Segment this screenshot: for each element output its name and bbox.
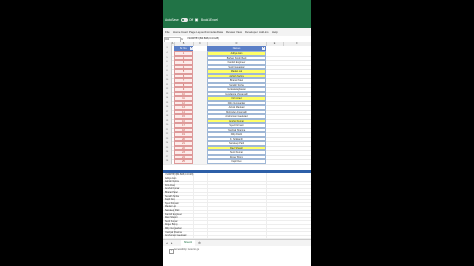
title-bar: AutoSave Off ▣ Book1 Excel — [163, 0, 311, 28]
ribbon-tab-review[interactable]: Review — [226, 30, 235, 34]
ribbon-tab-help[interactable]: Help — [272, 30, 278, 34]
fx-icon[interactable]: fx — [181, 37, 183, 41]
ribbon-tab-insert[interactable]: Insert — [181, 30, 188, 34]
lower-pane-line: Madan Lal — [165, 206, 176, 209]
lower-pane-line: Farokh Engineer — [165, 213, 182, 216]
header-names-label: Names — [232, 47, 241, 50]
ribbon-tab-file[interactable]: File — [165, 30, 170, 34]
lower-pane-line: Aditya Jain — [165, 177, 177, 180]
lower-pane-line: Sandeep Patil — [165, 209, 180, 212]
lower-pane[interactable]: =SORTBY(B4:B28,C4:C28) Aditya Jain Ashish… — [163, 173, 311, 239]
lower-pane-line: Bharat Patel — [165, 191, 178, 194]
prev-sheet-icon[interactable]: ◂ — [166, 241, 168, 245]
lower-pane-line: Anshuman Gaekwad — [165, 235, 187, 238]
ribbon-tab-formulas[interactable]: Formulas — [205, 30, 217, 34]
header-sr-no-label: Sr. No. — [179, 47, 188, 50]
lower-pane-line: Kapil Dev — [165, 199, 175, 202]
worksheet-grid[interactable]: 3 Sr. No. ▾ Names ▾ 4 1 Aditya Jain 5 2 Bisha… — [163, 46, 311, 170]
filter-dropdown-icon[interactable]: ▾ — [262, 47, 265, 50]
ribbon-tab-add-ins[interactable]: Add-ins — [259, 30, 268, 34]
plus-icon[interactable]: ⊕ — [198, 241, 201, 245]
ribbon-tab-data[interactable]: Data — [217, 30, 223, 34]
ribbon-tab-home[interactable]: Home — [173, 30, 180, 34]
lower-pane-line: Sunil Kumar — [165, 220, 178, 223]
lower-pane-line: Ashish Nehra — [165, 181, 179, 184]
lower-pane-line: Syed Kirmani — [165, 202, 179, 205]
lower-pane-formula: =SORTBY(B4:B28,C4:C28) — [165, 174, 194, 176]
filter-dropdown-icon[interactable]: ▾ — [190, 47, 193, 50]
ribbon-tab-page-layout[interactable]: Page Layout — [189, 30, 205, 34]
autosave-label: AutoSave — [165, 18, 179, 22]
lower-pane-line: Dilip Vengsarkar — [165, 227, 182, 230]
next-sheet-icon[interactable]: ▸ — [171, 241, 173, 245]
excel-window: AutoSave Off ▣ Book1 Excel File Home Inser… — [163, 0, 311, 266]
lower-pane-line: Yashpal Sharma — [165, 231, 182, 234]
autosave-toggle[interactable] — [181, 18, 188, 22]
ribbon-tab-developer[interactable]: Developer — [245, 30, 258, 34]
file-name: Book1 — [201, 18, 211, 22]
lower-pane-line: Surabh Sinha — [165, 195, 179, 198]
save-icon[interactable]: ▣ — [194, 17, 199, 22]
formula-input[interactable]: =SORTBY(B4:B28,C4:C28) — [187, 37, 219, 40]
status-bar: ✓ Accessibility: Good to go — [163, 246, 311, 266]
autosave-state: Off — [189, 18, 194, 22]
ribbon-tab-view[interactable]: View — [236, 30, 242, 34]
lower-pane-line: Roger Binny — [165, 224, 178, 227]
row-gridline — [163, 163, 311, 164]
status-text: Accessibility: Good to go — [174, 249, 200, 251]
lower-pane-line: Kirti Azad — [165, 184, 175, 187]
lower-pane-line: Ravi Shastri — [165, 217, 178, 220]
lower-pane-line: Anshul Kumar — [165, 188, 180, 191]
app-name: Excel — [210, 18, 218, 22]
